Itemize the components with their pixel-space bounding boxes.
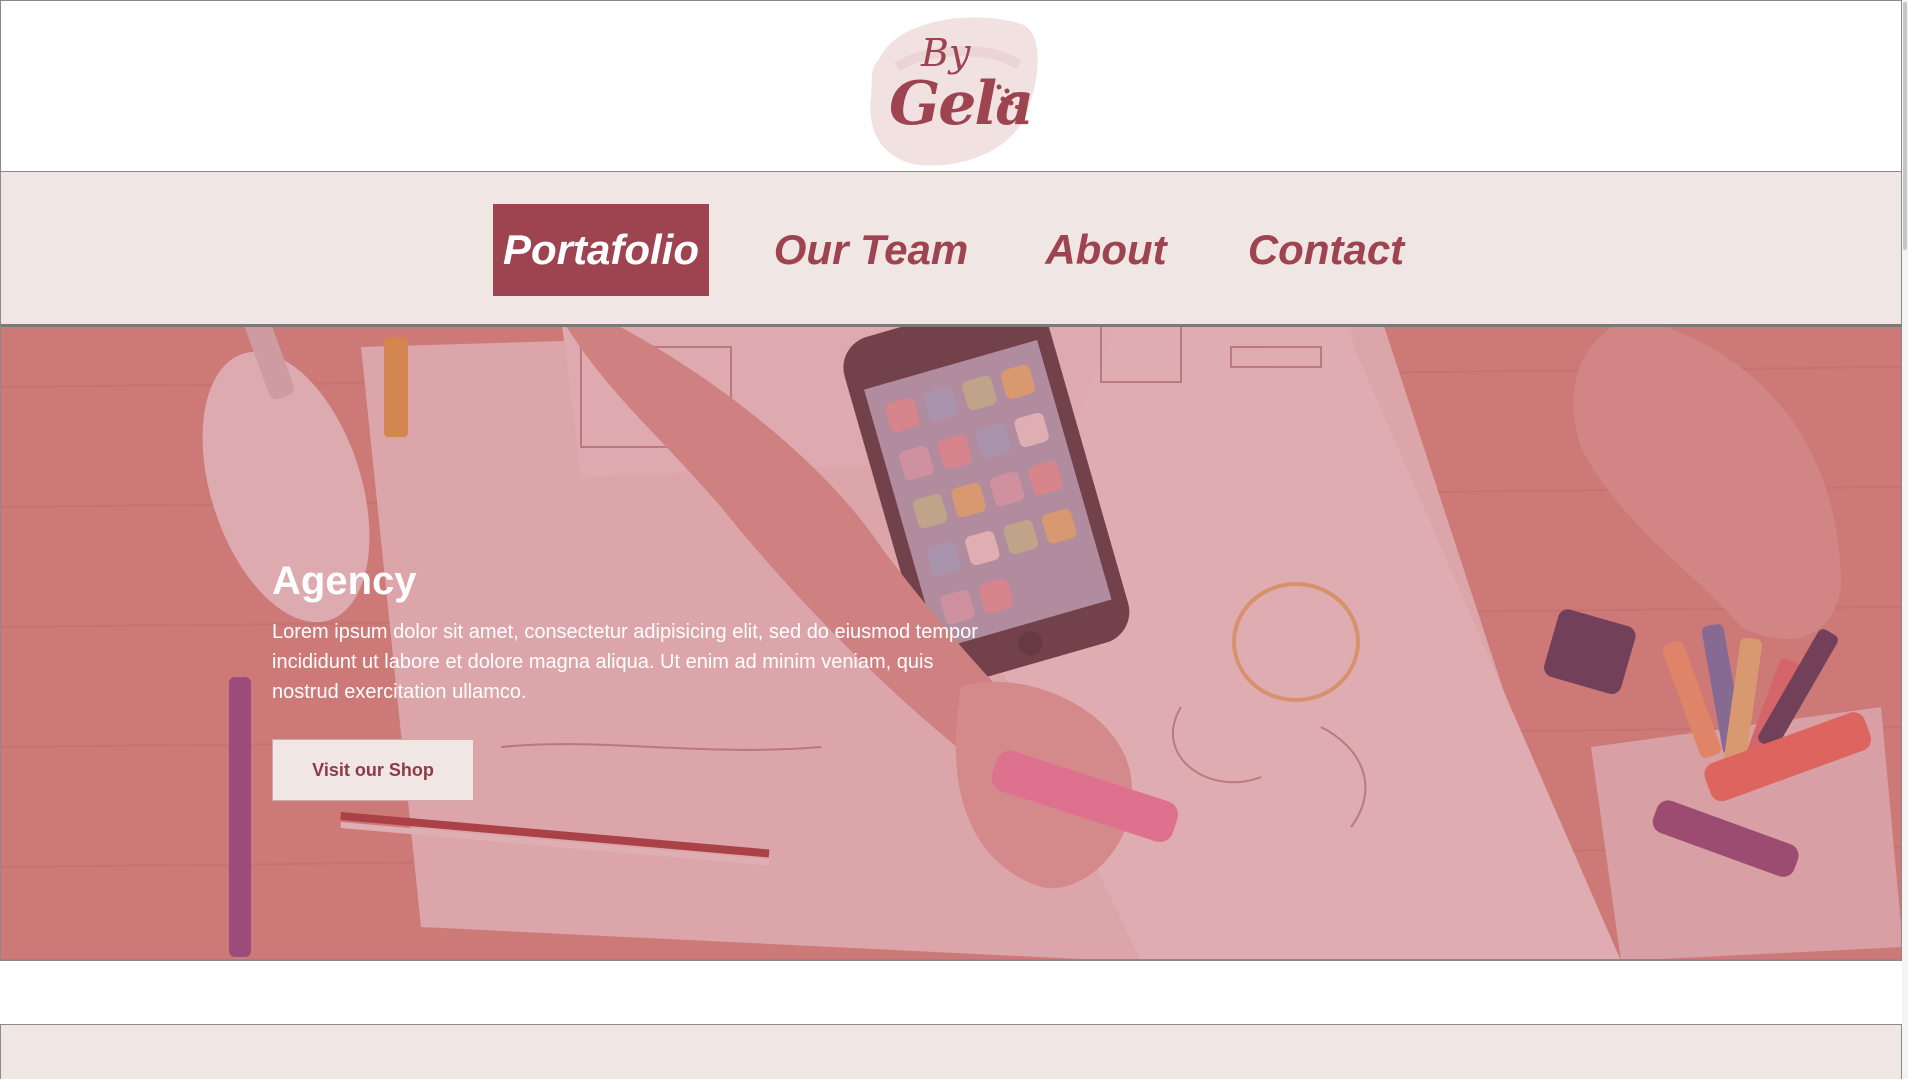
site-header: By Gela (0, 0, 1902, 172)
nav-item-about[interactable]: About (1041, 204, 1171, 296)
visit-shop-button[interactable]: Visit our Shop (272, 739, 474, 801)
hero-description: Lorem ipsum dolor sit amet, consectetur … (272, 621, 978, 703)
page: By Gela Portafolio Our Team About Contac… (0, 0, 1908, 1079)
nav-item-our-team[interactable]: Our Team (771, 204, 971, 296)
logo-name-text: Gela (889, 69, 1034, 139)
brand-logo[interactable]: By Gela (859, 7, 1044, 169)
nav-item-portafolio[interactable]: Portafolio (493, 204, 709, 296)
nav-item-contact[interactable]: Contact (1241, 204, 1411, 296)
hero-section: Agency Lorem ipsum dolor sit amet, conse… (0, 327, 1902, 961)
page-scrollbar[interactable] (1902, 0, 1908, 1079)
hero-content: Agency Lorem ipsum dolor sit amet, conse… (272, 559, 992, 707)
hero-title: Agency (272, 559, 417, 603)
main-navigation: Portafolio Our Team About Contact (0, 172, 1902, 327)
next-section-strip (0, 1024, 1902, 1079)
scrollbar-thumb[interactable] (1903, 2, 1907, 250)
